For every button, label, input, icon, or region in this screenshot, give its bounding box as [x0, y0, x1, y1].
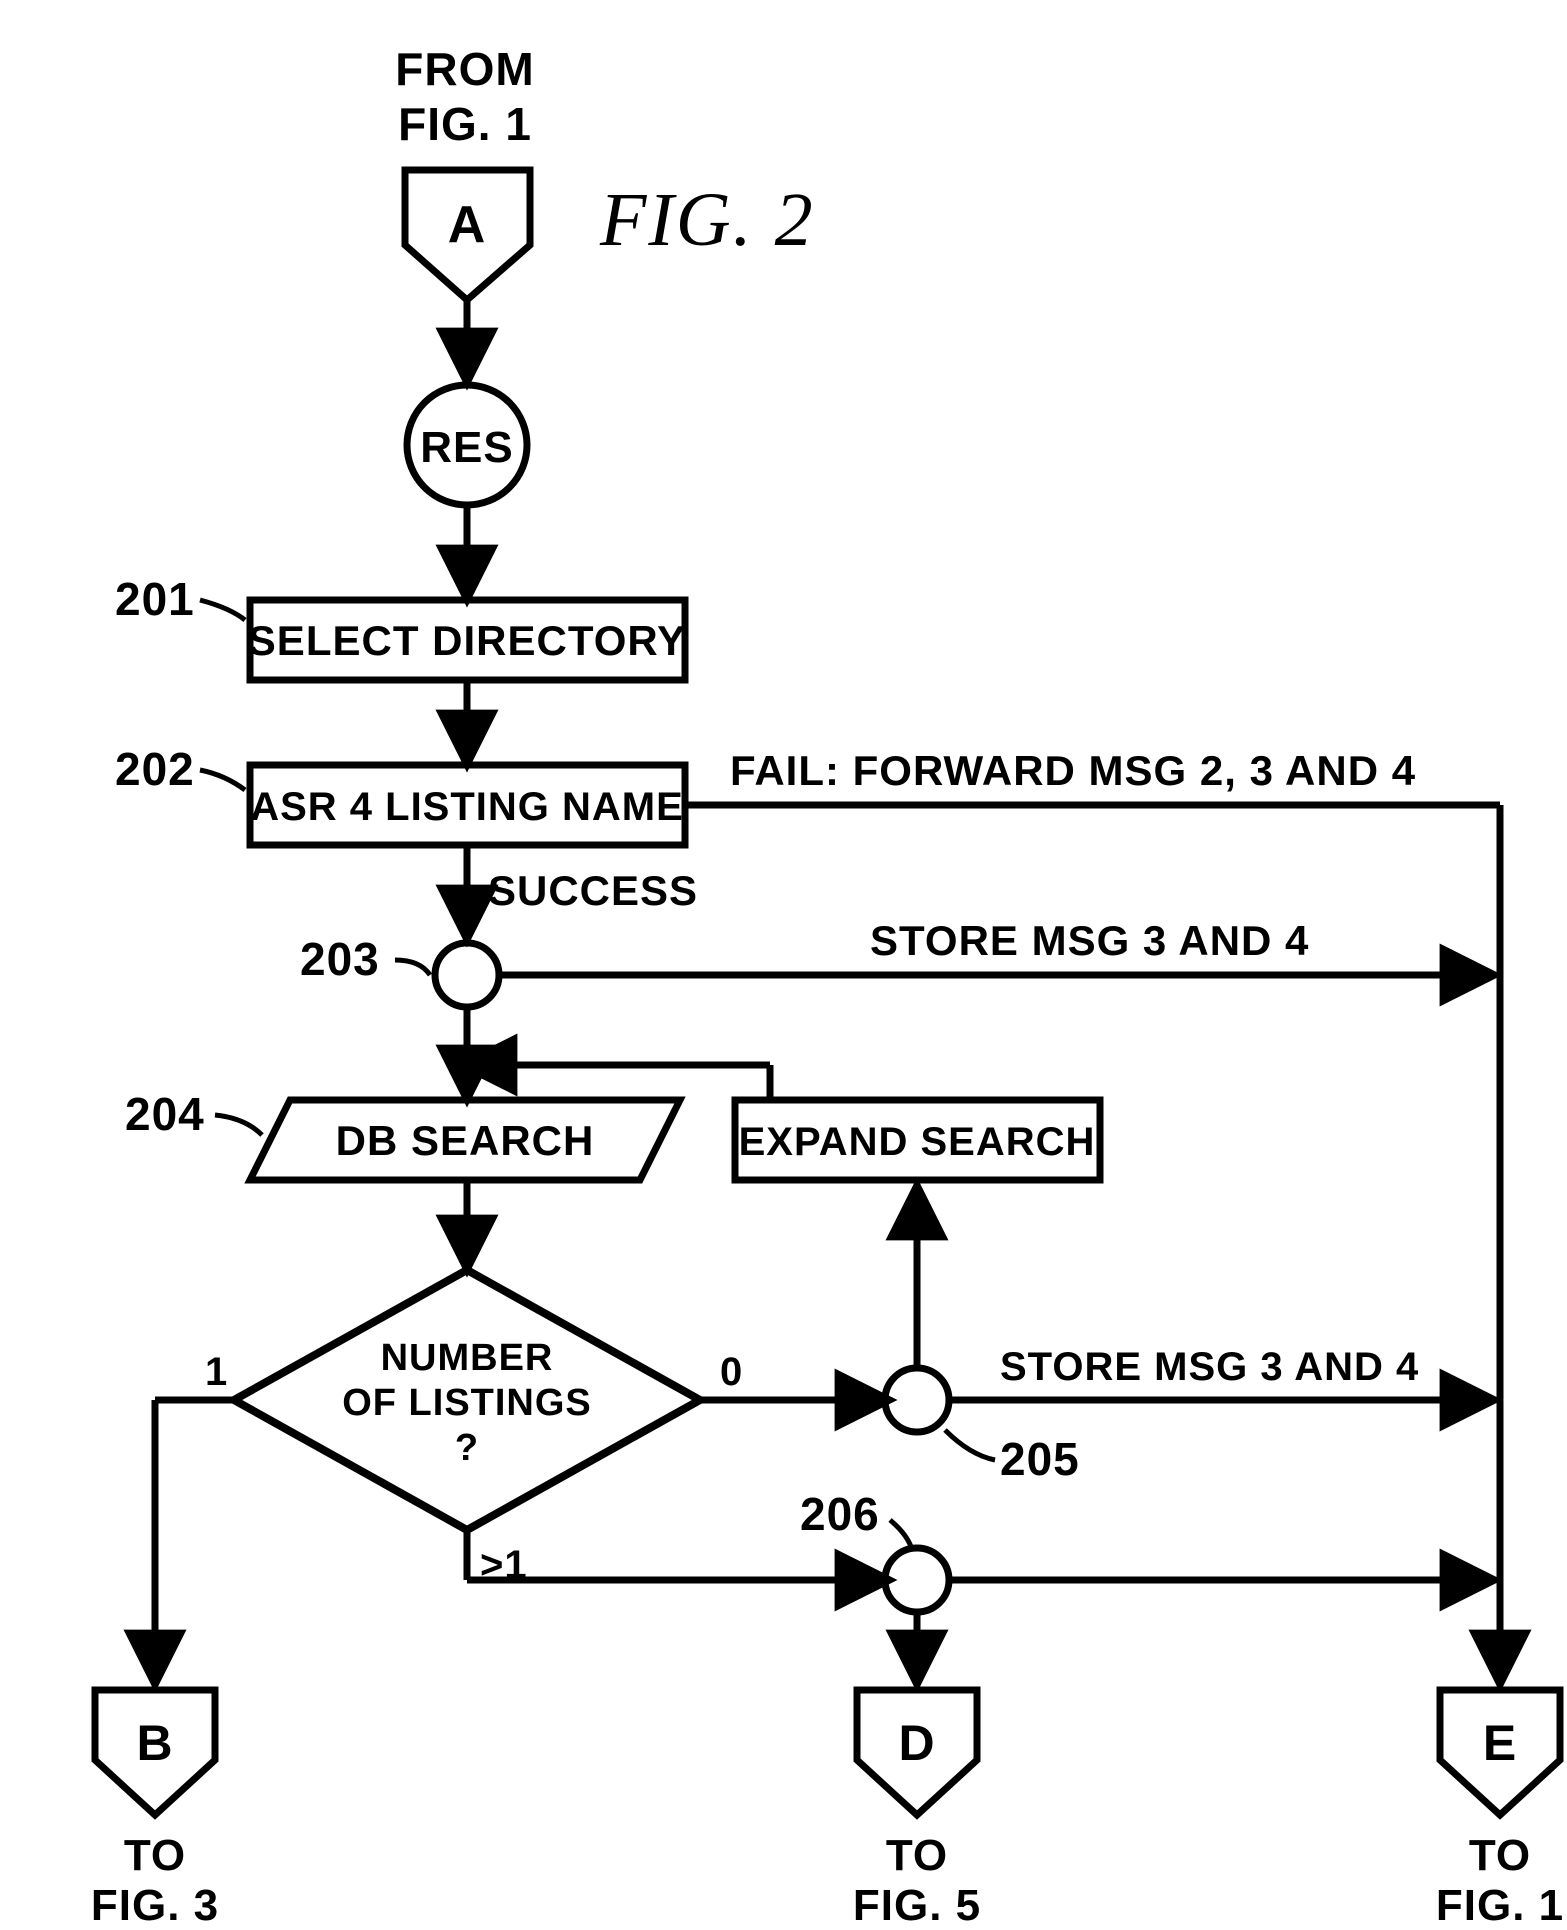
branch-0: 0 [720, 1350, 743, 1394]
connector-e-text: E [1483, 1715, 1517, 1771]
decision-line2: OF LISTINGS [342, 1382, 592, 1424]
connector-b-text: B [136, 1715, 173, 1771]
node-res-text: RES [420, 423, 513, 472]
box-expand-search-text: EXPAND SEARCH [739, 1120, 1096, 1164]
ref-201-leader [200, 600, 245, 620]
to-d-2: FIG. 5 [853, 1881, 981, 1925]
box-asr-text: ASR 4 LISTING NAME [250, 785, 684, 829]
box-db-search-text: DB SEARCH [336, 1117, 595, 1164]
box-select-directory: SELECT DIRECTORY [248, 600, 686, 680]
ref-201: 201 [115, 573, 195, 625]
box-asr-listing: ASR 4 LISTING NAME [250, 765, 685, 845]
connector-a-text: A [448, 196, 487, 254]
branch-1: 1 [205, 1350, 228, 1394]
node-res: RES [407, 385, 527, 505]
ref-205-leader [945, 1430, 995, 1460]
box-select-directory-text: SELECT DIRECTORY [248, 617, 686, 664]
label-store-1: STORE MSG 3 AND 4 [870, 917, 1309, 964]
decision-line3: ? [455, 1427, 479, 1469]
label-store-2: STORE MSG 3 AND 4 [1000, 1345, 1419, 1389]
connector-e: E [1440, 1690, 1560, 1815]
ref-203: 203 [300, 933, 380, 985]
ref-203-leader [395, 960, 430, 975]
flowchart-figure-2: FROM FIG. 1 FIG. 2 A RES 201 SELECT DIRE… [0, 0, 1567, 1925]
to-e-1: TO [1469, 1831, 1531, 1880]
connector-a: A [405, 170, 530, 300]
label-success: SUCCESS [488, 867, 698, 914]
decision-line1: NUMBER [381, 1337, 554, 1379]
junction-206 [885, 1548, 949, 1612]
to-b-1: TO [124, 1831, 186, 1880]
ref-202: 202 [115, 743, 195, 795]
to-e-2: FIG. 1 [1436, 1881, 1564, 1925]
label-fail: FAIL: FORWARD MSG 2, 3 AND 4 [730, 747, 1416, 794]
ref-205: 205 [1000, 1433, 1080, 1485]
ref-204: 204 [125, 1088, 205, 1140]
decision-number-listings: NUMBER OF LISTINGS ? [234, 1270, 700, 1530]
to-d-1: TO [886, 1831, 948, 1880]
box-db-search: DB SEARCH [250, 1100, 680, 1180]
junction-203 [435, 943, 499, 1007]
box-expand-search: EXPAND SEARCH [735, 1100, 1100, 1180]
ref-206: 206 [800, 1488, 880, 1540]
junction-205 [885, 1368, 949, 1432]
ref-202-leader [200, 770, 245, 790]
ref-204-leader [215, 1115, 262, 1135]
from-label-1: FROM [395, 43, 534, 95]
figure-title: FIG. 2 [599, 178, 815, 262]
connector-d-text: D [898, 1715, 935, 1771]
connector-d: D [857, 1690, 977, 1815]
from-label-2: FIG. 1 [398, 98, 532, 150]
connector-b: B [95, 1690, 215, 1815]
to-b-2: FIG. 3 [91, 1881, 219, 1925]
